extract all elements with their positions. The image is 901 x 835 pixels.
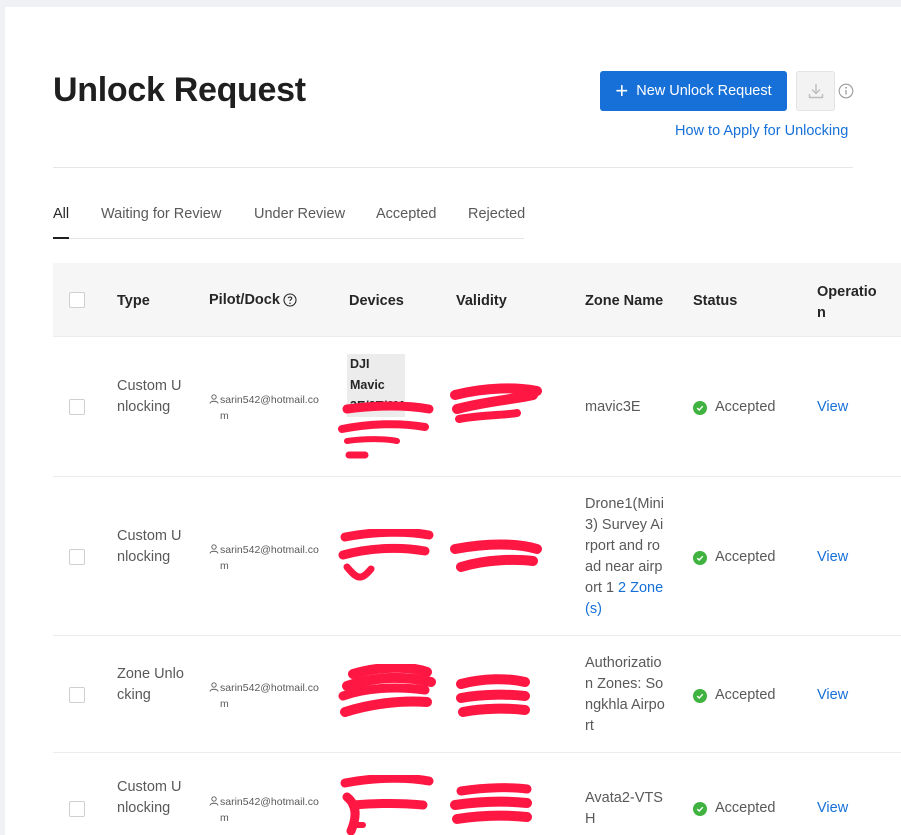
active-tab-indicator — [53, 237, 69, 239]
row-status: Accepted — [693, 397, 775, 418]
header-status: Status — [693, 293, 738, 309]
new-unlock-request-label: New Unlock Request — [636, 83, 772, 99]
redaction-mark — [450, 383, 542, 423]
redaction-mark — [456, 674, 530, 717]
row-checkbox[interactable] — [69, 687, 85, 703]
plus-icon: + — [615, 78, 629, 103]
row-type: Custom Unlocking — [117, 378, 182, 415]
page: Unlock Request + New Unlock Request How … — [5, 7, 901, 835]
header-validity: Validity — [456, 293, 507, 309]
tab-accepted[interactable]: Accepted — [376, 206, 436, 222]
table-header: Type Pilot/Dock Devices Validity Zone Na… — [53, 263, 901, 337]
header-zone-name: Zone Name — [585, 293, 664, 309]
header-devices: Devices — [349, 293, 404, 309]
page-title: Unlock Request — [53, 71, 306, 109]
header-type: Type — [117, 293, 150, 309]
header-divider — [53, 167, 853, 168]
view-link[interactable]: View — [817, 798, 848, 819]
row-checkbox[interactable] — [69, 801, 85, 817]
check-circle-icon — [693, 400, 707, 415]
download-button[interactable] — [796, 71, 835, 111]
person-icon — [209, 796, 219, 806]
how-to-apply-link[interactable]: How to Apply for Unlocking — [675, 123, 848, 139]
check-circle-icon — [693, 688, 707, 703]
new-unlock-request-button[interactable]: + New Unlock Request — [600, 71, 787, 111]
check-circle-icon — [693, 550, 707, 565]
row-pilot-email: sarin542@hotmail.com — [220, 394, 319, 422]
redaction-mark — [338, 529, 434, 581]
row-checkbox[interactable] — [69, 399, 85, 415]
info-icon[interactable] — [838, 83, 854, 99]
row-pilot-email: sarin542@hotmail.com — [220, 544, 319, 572]
row-pilot: sarin542@hotmail.com — [208, 794, 320, 826]
question-circle-icon[interactable] — [283, 293, 297, 307]
table-row: Custom Unlocking sarin542@hotmail.com Av… — [53, 753, 901, 835]
redaction-mark — [450, 783, 532, 824]
row-checkbox[interactable] — [69, 549, 85, 565]
row-type: Custom Unlocking — [117, 779, 182, 816]
download-icon — [808, 84, 823, 99]
row-pilot: sarin542@hotmail.com — [208, 542, 320, 574]
select-all-checkbox[interactable] — [69, 292, 85, 308]
person-icon — [209, 682, 219, 692]
tab-all[interactable]: All — [53, 206, 69, 222]
row-status: Accepted — [693, 685, 775, 706]
row-status-label: Accepted — [715, 687, 776, 703]
row-type: Custom Unlocking — [117, 528, 182, 565]
tab-rejected[interactable]: Rejected — [468, 206, 525, 222]
redaction-mark — [338, 401, 434, 459]
row-status: Accepted — [693, 547, 775, 568]
header-pilot: Pilot/Dock — [209, 292, 297, 308]
row-status-label: Accepted — [715, 549, 776, 565]
table-row: Zone Unlocking sarin542@hotmail.com Auth… — [53, 636, 901, 753]
status-tabs: All Waiting for Review Under Review Acce… — [53, 206, 525, 239]
row-type: Zone Unlocking — [117, 666, 184, 703]
tab-waiting-for-review[interactable]: Waiting for Review — [101, 206, 221, 222]
row-pilot: sarin542@hotmail.com — [208, 392, 320, 424]
header-pilot-label: Pilot/Dock — [209, 292, 280, 308]
redaction-mark — [338, 664, 436, 717]
check-circle-icon — [693, 801, 707, 816]
row-pilot-email: sarin542@hotmail.com — [220, 682, 319, 710]
person-icon — [209, 394, 219, 404]
person-icon — [209, 544, 219, 554]
row-zone-name: mavic3E — [585, 399, 641, 415]
row-zone-name: Drone1(Mini3) Survey Airport and road ne… — [585, 494, 665, 620]
redaction-mark — [340, 775, 434, 835]
tab-under-review[interactable]: Under Review — [254, 206, 345, 222]
redaction-mark — [450, 539, 542, 572]
table-row: Custom Unlocking sarin542@hotmail.com DJ… — [53, 337, 901, 477]
table-row: Custom Unlocking sarin542@hotmail.com Dr… — [53, 477, 901, 636]
view-link[interactable]: View — [817, 547, 848, 568]
row-zone-name: Avata2-VTSH — [585, 790, 663, 827]
view-link[interactable]: View — [817, 685, 848, 706]
row-status: Accepted — [693, 798, 775, 819]
row-pilot-email: sarin542@hotmail.com — [220, 796, 319, 824]
row-pilot: sarin542@hotmail.com — [208, 680, 320, 712]
row-status-label: Accepted — [715, 399, 776, 415]
row-status-label: Accepted — [715, 800, 776, 816]
view-link[interactable]: View — [817, 397, 848, 418]
header-operation: Operation — [817, 284, 877, 321]
row-zone-name: Authorization Zones: Songkhla Airport — [585, 655, 665, 734]
